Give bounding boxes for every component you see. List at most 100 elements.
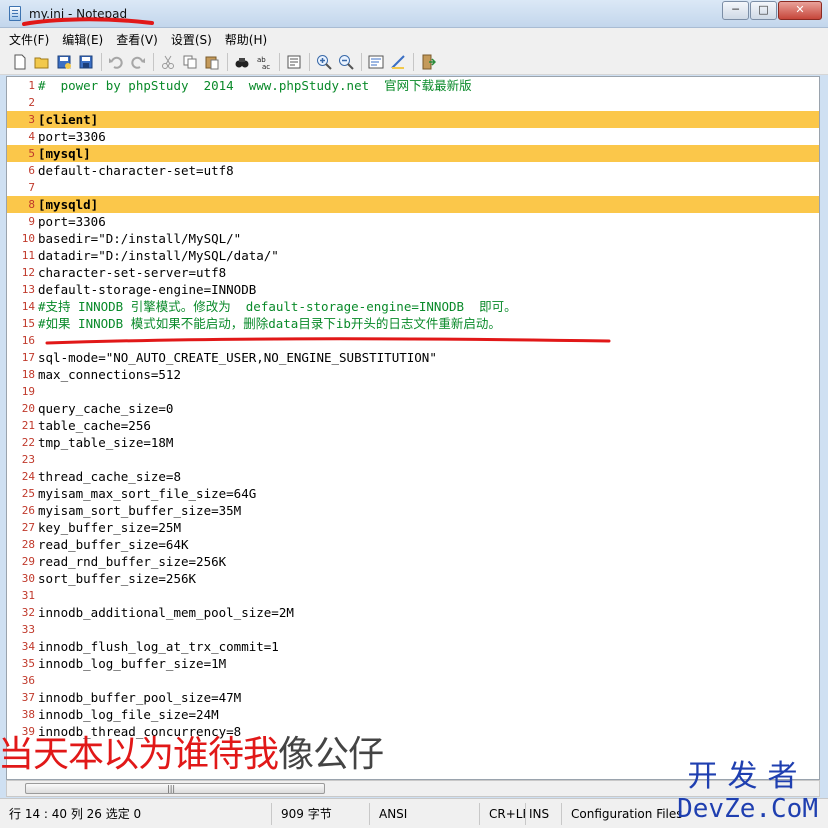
line-text: [mysql]: [38, 146, 91, 161]
line-text: datadir="D:/install/MySQL/data/": [38, 248, 279, 263]
editor-line[interactable]: 29 read_rnd_buffer_size=256K: [7, 553, 819, 570]
editor-line[interactable]: 24 thread_cache_size=8: [7, 468, 819, 485]
editor-line[interactable]: 5 [mysql]: [7, 145, 819, 162]
wordwrap-icon[interactable]: [367, 53, 385, 71]
line-number: 31: [21, 589, 35, 602]
line-number: 15: [21, 317, 35, 330]
menu-settings[interactable]: 设置(S): [171, 31, 212, 48]
editor-line[interactable]: 27 key_buffer_size=25M: [7, 519, 819, 536]
notepad-app-icon: [9, 6, 21, 21]
svg-text:ac: ac: [262, 63, 270, 70]
font-icon[interactable]: [389, 53, 407, 71]
editor-line[interactable]: 11 datadir="D:/install/MySQL/data/": [7, 247, 819, 264]
editor-line[interactable]: 8 [mysqld]: [7, 196, 819, 213]
editor-line[interactable]: 22 tmp_table_size=18M: [7, 434, 819, 451]
editor-line[interactable]: 26 myisam_sort_buffer_size=35M: [7, 502, 819, 519]
overlay-caption-red: 当天本以为谁待我: [0, 734, 279, 775]
editor-line[interactable]: 3 [client]: [7, 111, 819, 128]
exit-icon[interactable]: [419, 53, 437, 71]
editor-line[interactable]: 10 basedir="D:/install/MySQL/": [7, 230, 819, 247]
editor-line[interactable]: 25 myisam_max_sort_file_size=64G: [7, 485, 819, 502]
editor-line[interactable]: 31: [7, 587, 819, 604]
line-number: 34: [21, 640, 35, 653]
editor-line[interactable]: 14 #支持 INNODB 引擎模式。修改为 default-storage-en…: [7, 298, 819, 315]
line-number: 29: [21, 555, 35, 568]
editor-line[interactable]: 21 table_cache=256: [7, 417, 819, 434]
zoom-in-icon[interactable]: [315, 53, 333, 71]
line-number: 33: [21, 623, 35, 636]
editor-line[interactable]: 37 innodb_buffer_pool_size=47M: [7, 689, 819, 706]
menu-edit[interactable]: 编辑(E): [62, 31, 103, 48]
line-number: 11: [21, 249, 35, 262]
editor-line[interactable]: 20 query_cache_size=0: [7, 400, 819, 417]
line-text: thread_cache_size=8: [38, 469, 181, 484]
find-icon[interactable]: [233, 53, 251, 71]
zoom-out-icon[interactable]: [337, 53, 355, 71]
replace-icon[interactable]: ab ac: [255, 53, 273, 71]
undo-icon[interactable]: [107, 53, 125, 71]
menu-bar: 文件(F) 编辑(E) 查看(V) 设置(S) 帮助(H): [0, 28, 828, 50]
line-number: 30: [21, 572, 35, 585]
close-button[interactable]: ✕: [778, 1, 822, 20]
editor-line[interactable]: 9 port=3306: [7, 213, 819, 230]
line-number: 24: [21, 470, 35, 483]
toolbar-separator: [309, 53, 310, 71]
maximize-button[interactable]: □: [750, 1, 777, 20]
editor-line[interactable]: 17 sql-mode="NO_AUTO_CREATE_USER,NO_ENGIN…: [7, 349, 819, 366]
copy-icon[interactable]: [181, 53, 199, 71]
line-text: default-character-set=utf8: [38, 163, 234, 178]
editor-line[interactable]: 19: [7, 383, 819, 400]
editor-line[interactable]: 28 read_buffer_size=64K: [7, 536, 819, 553]
editor-line[interactable]: 33: [7, 621, 819, 638]
line-number: 4: [28, 130, 35, 143]
save-as-icon[interactable]: [55, 53, 73, 71]
line-text: sql-mode="NO_AUTO_CREATE_USER,NO_ENGINE_…: [38, 350, 437, 365]
editor-line[interactable]: 32 innodb_additional_mem_pool_size=2M: [7, 604, 819, 621]
scrollbar-grip-icon: |||: [167, 784, 176, 793]
editor-line[interactable]: 30 sort_buffer_size=256K: [7, 570, 819, 587]
editor-line[interactable]: 13 default-storage-engine=INNODB: [7, 281, 819, 298]
text-editor[interactable]: 39 innodb_thread_concurrency=8 38 innodb_lo…: [6, 76, 820, 780]
editor-line[interactable]: 35 innodb_log_buffer_size=1M: [7, 655, 819, 672]
editor-line[interactable]: 34 innodb_flush_log_at_trx_commit=1: [7, 638, 819, 655]
line-number: 17: [21, 351, 35, 364]
goto-icon[interactable]: [285, 53, 303, 71]
toolbar-separator: [413, 53, 414, 71]
status-line-ending: CR+LF: [480, 802, 526, 825]
editor-line[interactable]: 6 default-character-set=utf8: [7, 162, 819, 179]
cut-icon[interactable]: [159, 53, 177, 71]
menu-file[interactable]: 文件(F): [9, 31, 49, 48]
line-text: read_rnd_buffer_size=256K: [38, 554, 227, 569]
editor-line[interactable]: 23: [7, 451, 819, 468]
line-number: 3: [28, 113, 35, 126]
overlay-caption-gray: 像公仔: [278, 734, 384, 775]
menu-view[interactable]: 查看(V): [116, 31, 158, 48]
editor-line[interactable]: 2: [7, 94, 819, 111]
editor-line[interactable]: 7: [7, 179, 819, 196]
line-number: 12: [21, 266, 35, 279]
line-number: 32: [21, 606, 35, 619]
line-text: # power by phpStudy 2014 www.phpStudy.ne…: [38, 78, 472, 93]
status-file-size: 909 字节: [272, 802, 370, 825]
open-icon[interactable]: [33, 53, 51, 71]
line-number: 6: [28, 164, 35, 177]
redo-icon[interactable]: [129, 53, 147, 71]
line-text: port=3306: [38, 214, 106, 229]
editor-line[interactable]: 1 # power by phpStudy 2014 www.phpStudy.n…: [7, 77, 819, 94]
editor-line[interactable]: 12 character-set-server=utf8: [7, 264, 819, 281]
save-icon[interactable]: [77, 53, 95, 71]
line-number: 26: [21, 504, 35, 517]
devze-watermark: 开发者 DevZe.CoM: [677, 760, 818, 825]
paste-icon[interactable]: [203, 53, 221, 71]
new-icon[interactable]: [11, 53, 29, 71]
editor-line[interactable]: 4 port=3306: [7, 128, 819, 145]
minimize-button[interactable]: ─: [722, 1, 749, 20]
line-number: 5: [28, 147, 35, 160]
menu-help[interactable]: 帮助(H): [225, 31, 267, 48]
editor-line[interactable]: 18 max_connections=512: [7, 366, 819, 383]
line-number: 37: [21, 691, 35, 704]
editor-line[interactable]: 15 #如果 INNODB 模式如果不能启动，删除data目录下ib开头的日志文件…: [7, 315, 819, 332]
editor-line[interactable]: 38 innodb_log_file_size=24M: [7, 706, 819, 723]
editor-line[interactable]: 36: [7, 672, 819, 689]
line-text: character-set-server=utf8: [38, 265, 227, 280]
